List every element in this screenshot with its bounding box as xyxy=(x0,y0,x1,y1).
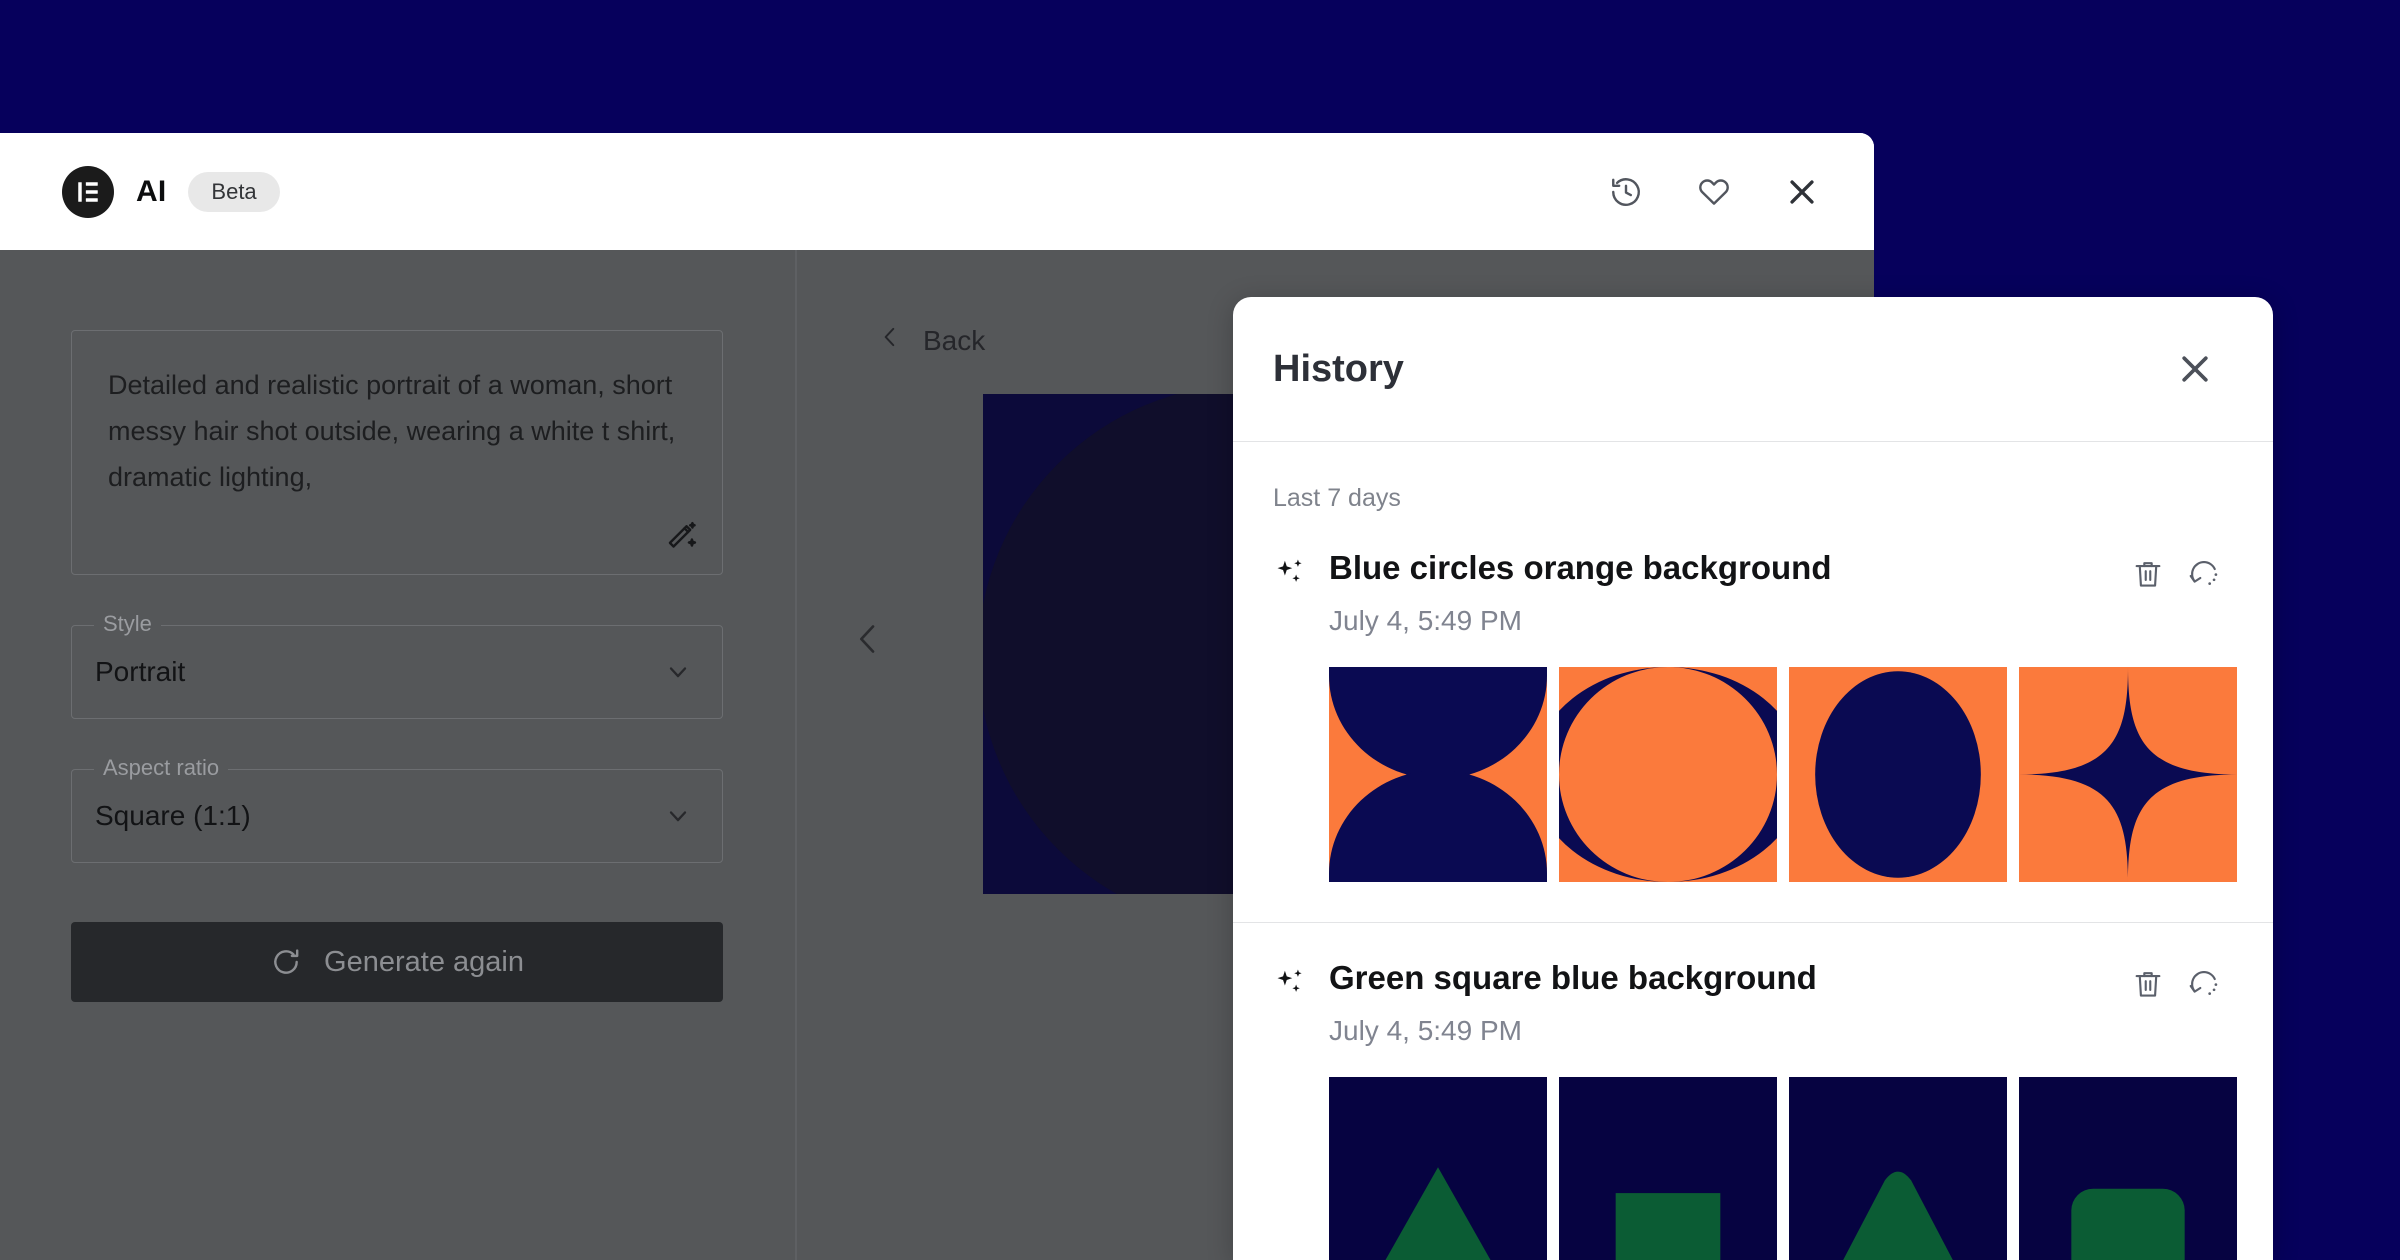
brand-title: AI xyxy=(136,174,167,208)
trash-icon[interactable] xyxy=(2131,967,2165,1001)
beta-badge: Beta xyxy=(188,171,280,212)
carousel-prev-button[interactable] xyxy=(848,619,888,659)
app-backdrop: AI Beta Detailed and realistic portrait … xyxy=(0,0,2400,1260)
prompt-sidebar: Detailed and realistic portrait of a wom… xyxy=(0,250,795,1260)
restore-icon[interactable] xyxy=(2187,967,2221,1001)
style-label: Style xyxy=(94,611,161,637)
history-item-title: Blue circles orange background xyxy=(1329,549,1832,586)
elementor-logo-icon xyxy=(62,165,114,218)
back-button[interactable]: Back xyxy=(877,324,985,357)
sparkle-icon xyxy=(1273,555,1307,589)
history-item-title: Green square blue background xyxy=(1329,959,1817,996)
history-section-label: Last 7 days xyxy=(1273,484,1401,512)
brand: AI Beta xyxy=(62,165,280,218)
back-label: Back xyxy=(923,324,986,356)
thumbnail-rounded-triangle[interactable] xyxy=(1789,1077,2007,1260)
history-item-header: Blue circles orange background xyxy=(1273,549,2221,591)
close-icon[interactable] xyxy=(1782,172,1822,212)
history-item-timestamp: July 4, 5:49 PM xyxy=(1329,605,1522,636)
history-item-text: Blue circles orange background xyxy=(1329,549,1831,587)
magic-wand-icon[interactable] xyxy=(662,518,700,556)
trash-icon[interactable] xyxy=(2131,557,2165,591)
restore-icon[interactable] xyxy=(2187,557,2221,591)
history-item-actions xyxy=(2131,959,2221,1001)
aspect-ratio-select[interactable]: Aspect ratio Square (1:1) xyxy=(71,755,723,863)
style-value: Portrait xyxy=(95,656,186,687)
history-panel-header: History xyxy=(1233,297,2273,442)
prompt-text: Detailed and realistic portrait of a wom… xyxy=(108,370,683,492)
chevron-down-icon xyxy=(664,802,692,830)
style-select[interactable]: Style Portrait xyxy=(71,611,723,719)
thumbnail-triangle[interactable] xyxy=(1329,1077,1547,1260)
generate-again-label: Generate again xyxy=(324,945,524,978)
history-item-header: Green square blue background xyxy=(1273,959,2221,1001)
aspect-ratio-label: Aspect ratio xyxy=(94,755,229,781)
history-icon[interactable] xyxy=(1606,172,1646,212)
history-title: History xyxy=(1273,347,1404,390)
refresh-icon xyxy=(270,946,302,978)
heart-icon[interactable] xyxy=(1694,172,1734,212)
history-list[interactable]: Last 7 days Blue circles orange backgrou… xyxy=(1233,442,2273,1260)
chevron-left-icon xyxy=(877,324,903,357)
sparkle-icon xyxy=(1273,965,1307,999)
history-item-timestamp: July 4, 5:49 PM xyxy=(1329,1015,1522,1046)
modal-header: AI Beta xyxy=(0,133,1874,250)
header-actions xyxy=(1606,172,1822,212)
list-item[interactable]: Green square blue background July 4, 5:4… xyxy=(1233,922,2273,1260)
history-panel: History Last 7 days Blue circles orange … xyxy=(1233,297,2273,1260)
generate-again-button[interactable]: Generate again xyxy=(71,922,723,1002)
thumbnail-twin-lens[interactable] xyxy=(1559,667,1777,882)
thumbnail-double-arc[interactable] xyxy=(1329,667,1547,882)
prompt-input[interactable]: Detailed and realistic portrait of a wom… xyxy=(71,330,723,575)
list-item[interactable]: Blue circles orange background July 4, 5… xyxy=(1233,513,2273,922)
thumbnail-ellipse[interactable] xyxy=(1789,667,2007,882)
history-item-thumbnails xyxy=(1329,1077,2237,1260)
chevron-down-icon xyxy=(664,658,692,686)
thumbnail-four-point-star[interactable] xyxy=(2019,667,2237,882)
close-icon[interactable] xyxy=(2175,349,2215,389)
history-item-thumbnails xyxy=(1329,667,2237,882)
history-item-text: Green square blue background xyxy=(1329,959,1817,997)
aspect-ratio-value: Square (1:1) xyxy=(95,800,251,831)
thumbnail-rectangle[interactable] xyxy=(1559,1077,1777,1260)
history-item-actions xyxy=(2131,549,2221,591)
thumbnail-rounded-rect[interactable] xyxy=(2019,1077,2237,1260)
